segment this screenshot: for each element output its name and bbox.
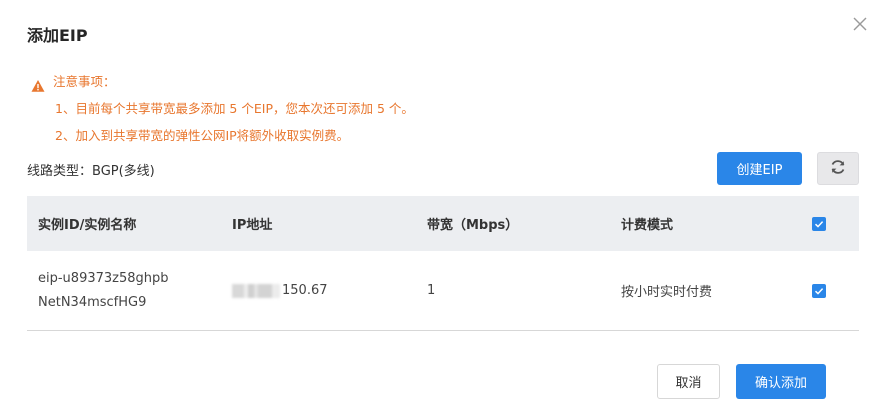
instance-name: NetN34mscfHG9 — [38, 294, 147, 310]
column-header-instance: 实例ID/实例名称 — [38, 218, 137, 233]
instance-id: eip-u89373z58ghpb — [38, 270, 169, 286]
warning-icon — [31, 75, 45, 92]
column-header-bandwidth: 带宽（Mbps） — [427, 218, 519, 233]
table-row: eip-u89373z58ghpb NetN34mscfHG9 150.67 1… — [27, 251, 859, 331]
refresh-icon — [828, 157, 848, 180]
redacted-ip-prefix — [232, 283, 280, 298]
bandwidth-cell: 1 — [427, 283, 436, 298]
add-eip-dialog: 添加EIP 注意事项： 1、目前每个共享带宽最多添加 5 个EIP，您本次还可添… — [0, 0, 881, 415]
refresh-button[interactable] — [817, 152, 859, 185]
eip-table: 实例ID/实例名称 IP地址 带宽（Mbps） 计费模式 eip-u89373z… — [27, 196, 859, 331]
dialog-title: 添加EIP — [27, 26, 88, 45]
ip-address-cell: 150.67 — [222, 283, 417, 298]
confirm-add-button[interactable]: 确认添加 — [736, 364, 826, 399]
cancel-button[interactable]: 取消 — [657, 364, 720, 399]
create-eip-button[interactable]: 创建EIP — [717, 152, 802, 185]
notice-item: 1、目前每个共享带宽最多添加 5 个EIP，您本次还可添加 5 个。 — [55, 101, 414, 116]
table-header: 实例ID/实例名称 IP地址 带宽（Mbps） 计费模式 — [27, 196, 859, 251]
column-header-ip: IP地址 — [232, 218, 273, 233]
notice-heading: 注意事项： — [53, 74, 116, 89]
row-checkbox[interactable] — [812, 283, 826, 298]
close-icon[interactable] — [850, 14, 870, 34]
notice-item: 2、加入到共享带宽的弹性公网IP将额外收取实例费。 — [55, 128, 350, 143]
select-all-checkbox[interactable] — [812, 216, 826, 231]
column-header-billing: 计费模式 — [621, 218, 674, 233]
notice-box: 注意事项： 1、目前每个共享带宽最多添加 5 个EIP，您本次还可添加 5 个。… — [31, 68, 414, 149]
billing-cell: 按小时实时付费 — [621, 285, 713, 300]
ip-address-suffix: 150.67 — [282, 283, 328, 298]
line-type-label: 线路类型：BGP(多线) — [27, 164, 155, 179]
